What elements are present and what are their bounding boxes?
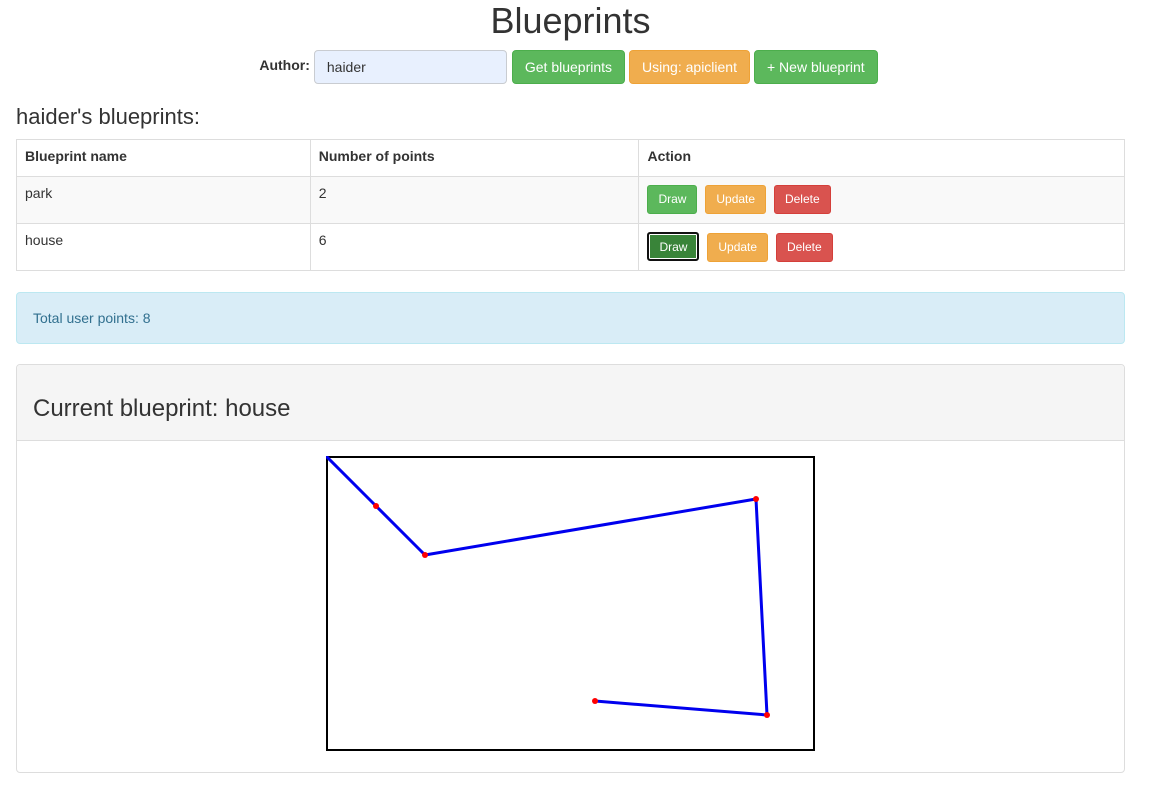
api-source-toggle-button[interactable]: Using: apiclient [629,50,750,84]
get-blueprints-button[interactable]: Get blueprints [511,50,626,84]
blueprint-actions-cell: Draw Update Delete [638,223,1125,271]
page-title: Blueprints [490,0,651,41]
current-blueprint-heading: Current blueprint: house [17,365,1124,441]
current-blueprint-panel: Current blueprint: house [16,364,1125,773]
update-button[interactable]: Update [705,185,767,214]
column-header-points: Number of points [309,139,640,177]
blueprint-actions-cell: Draw Update Delete [638,176,1125,224]
blueprint-point [764,712,770,718]
blueprint-point [373,503,379,509]
blueprint-point [422,552,428,558]
blueprint-name-cell: park [16,176,311,224]
blueprint-canvas[interactable] [326,456,815,751]
column-header-action: Action [638,139,1125,177]
total-points-text: Total user points: 8 [33,310,151,326]
canvas-wrapper [326,456,815,751]
blueprint-points-cell: 2 [309,176,640,224]
table-header-row: Blueprint name Number of points Action [16,139,1125,177]
total-points-alert: Total user points: 8 [16,292,1125,344]
column-header-name: Blueprint name [16,139,311,177]
blueprint-name-cell: house [16,223,311,271]
delete-button[interactable]: Delete [775,233,833,262]
author-label: Author: [259,57,310,73]
table-row: park 2 Draw Update Delete [16,176,1125,224]
update-button[interactable]: Update [707,233,769,262]
delete-button[interactable]: Delete [773,185,831,214]
blueprint-point [753,496,759,502]
table-row: house 6 Draw Update Delete [16,223,1125,271]
author-input[interactable] [313,50,507,84]
toolbar: Author: Get blueprints Using: apiclient … [0,50,1141,84]
draw-button[interactable]: Draw [647,185,698,214]
new-blueprint-button[interactable]: + New blueprint [753,50,878,84]
draw-button[interactable]: Draw [647,232,700,261]
blueprint-points-cell: 6 [309,223,640,271]
blueprints-table: Blueprint name Number of points Action p… [16,139,1125,271]
blueprint-point [592,698,598,704]
blueprints-heading: haider's blueprints: [16,104,200,129]
current-blueprint-title: Current blueprint: house [33,395,291,422]
